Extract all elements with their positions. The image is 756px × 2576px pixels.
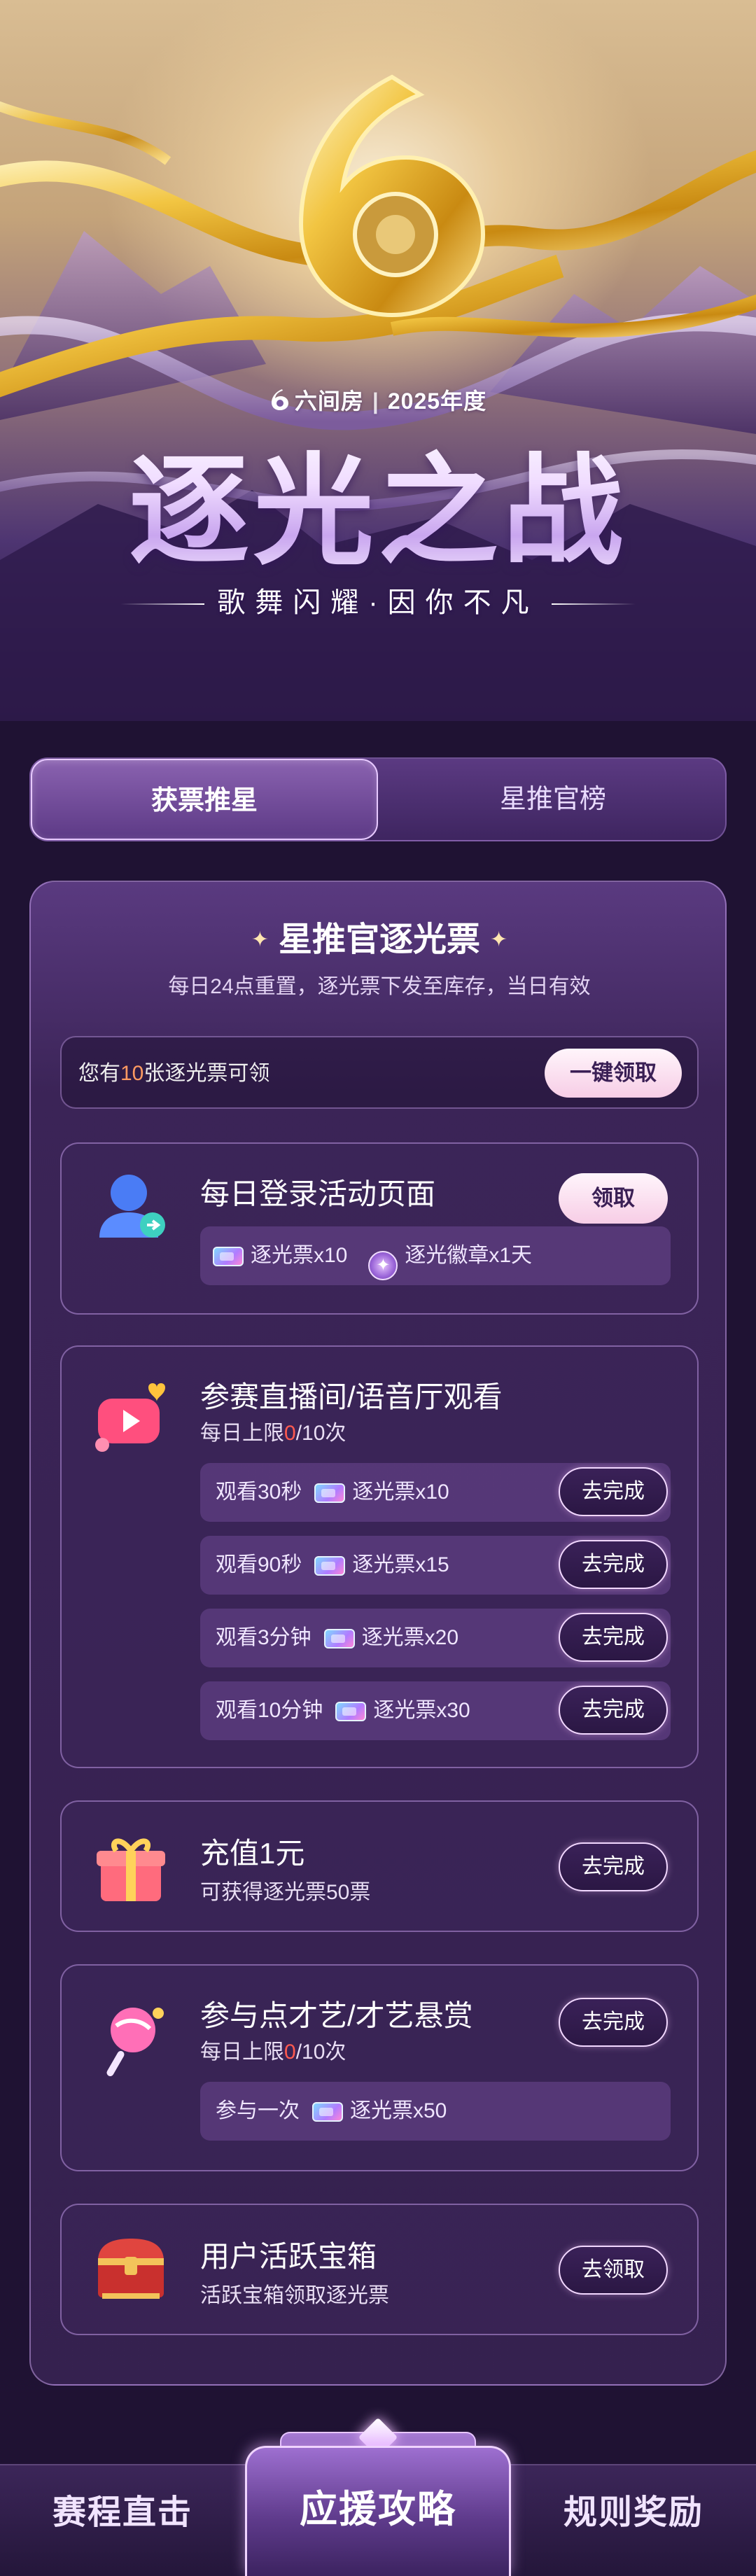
go-complete-button[interactable]: 去完成 — [559, 1998, 668, 2047]
go-claim-button[interactable]: 去领取 — [559, 2246, 668, 2295]
vote-count: 10 — [120, 1062, 144, 1085]
tab-get-votes[interactable]: 获票推星 — [31, 759, 378, 840]
divider-line — [551, 603, 636, 606]
talent-action: 参与一次 — [216, 2099, 300, 2122]
brand-name: 六间房 — [294, 388, 364, 414]
badge-icon: ✦ — [368, 1251, 398, 1280]
watch-duration: 观看10分钟 — [216, 1699, 323, 1722]
panel-title: 星推官逐光票 — [278, 921, 480, 958]
task-title: 每日登录活动页面 — [200, 1177, 436, 1210]
task-limit: 每日上限0/10次 — [200, 1415, 346, 1446]
nav-rules-rewards[interactable]: 规则奖励 — [511, 2464, 756, 2576]
ticket-icon — [323, 1629, 355, 1648]
watch-reward: 逐光票x15 — [352, 1553, 449, 1576]
watch-row-text: 观看10分钟 逐光票x30 — [216, 1681, 470, 1740]
limit-prefix: 每日上限 — [200, 1422, 284, 1445]
ticket-icon — [213, 1247, 244, 1266]
watch-duration: 观看3分钟 — [216, 1626, 312, 1649]
vote-task-panel: ✦ 星推官逐光票 ✦ 每日24点重置，逐光票下发至库存，当日有效 您有10张逐光票可… — [29, 881, 727, 2386]
task-subtitle: 活跃宝箱领取逐光票 — [200, 2284, 389, 2307]
task-card-recharge: 充值1元 可获得逐光票50票 去完成 — [60, 1800, 699, 1932]
panel-title-row: ✦ 星推官逐光票 ✦ — [31, 911, 728, 960]
watch-reward: 逐光票x10 — [352, 1480, 449, 1504]
go-complete-button[interactable]: 去完成 — [559, 1613, 668, 1662]
nav-support-guide[interactable]: 应援攻略 — [245, 2446, 511, 2576]
divider-line — [120, 603, 205, 606]
reward-ticket: 逐光票x10 — [251, 1244, 348, 1267]
talent-row: 参与一次 逐光票x50 — [200, 2082, 671, 2141]
ticket-icon — [335, 1702, 367, 1721]
go-complete-button[interactable]: 去完成 — [559, 1540, 668, 1589]
go-complete-button[interactable]: 去完成 — [559, 1686, 668, 1735]
vote-count-text: 您有10张逐光票可领 — [78, 1037, 270, 1110]
sparkle-icon: ✦ — [251, 928, 269, 951]
task-card-watch: 参赛直播间/语音厅观看 每日上限0/10次 观看30秒 逐光票x10 去完成 观看… — [60, 1345, 699, 1768]
task-title: 参与点才艺/才艺悬赏 — [200, 1999, 473, 2032]
user-icon — [99, 1175, 165, 1238]
tab-star-ranking[interactable]: 星推官榜 — [381, 759, 725, 840]
watch-row-text: 观看30秒 逐光票x10 — [216, 1463, 449, 1522]
tab-bar: 获票推星 星推官榜 — [29, 757, 727, 841]
reward-list: 逐光票x10 ✦ 逐光徽章x1天 — [200, 1226, 532, 1285]
claim-all-button[interactable]: 一键领取 — [545, 1049, 682, 1098]
logo-6-icon — [271, 389, 288, 410]
panel-description: 每日24点重置，逐光票下发至库存，当日有效 — [168, 975, 591, 998]
treasure-chest-icon — [98, 2239, 164, 2299]
video-play-icon — [95, 1383, 165, 1452]
talent-row-text: 参与一次 逐光票x50 — [216, 2082, 447, 2141]
claim-button[interactable]: 领取 — [559, 1173, 668, 1224]
nav-schedule[interactable]: 赛程直击 — [0, 2464, 245, 2576]
task-title: 用户活跃宝箱 — [200, 2240, 377, 2273]
go-complete-button[interactable]: 去完成 — [559, 1467, 668, 1516]
vote-claim-bar: 您有10张逐光票可领 一键领取 — [60, 1036, 699, 1109]
bottom-navigation: 赛程直击 应援攻略 规则奖励 — [0, 2446, 756, 2576]
watch-duration: 观看30秒 — [216, 1480, 302, 1504]
reward-badge: 逐光徽章x1天 — [405, 1244, 533, 1267]
lollipop-icon — [106, 2008, 164, 2076]
task-title: 充值1元 — [200, 1837, 305, 1870]
limit-suffix: /10次 — [295, 2040, 346, 2064]
ticket-icon — [314, 1483, 346, 1503]
vote-suffix: 张逐光票可领 — [144, 1062, 270, 1085]
reward-row: 逐光票x10 ✦ 逐光徽章x1天 — [200, 1226, 671, 1285]
hero-title: 逐光之战 — [0, 413, 756, 588]
limit-done: 0 — [284, 2040, 296, 2064]
hero-banner: 六间房 | 2025年度 逐光之战 歌舞闪耀·因你不凡 — [0, 0, 756, 721]
vote-prefix: 您有 — [78, 1062, 120, 1085]
watch-reward: 逐光票x30 — [373, 1699, 470, 1722]
talent-reward: 逐光票x50 — [350, 2099, 447, 2122]
watch-reward: 逐光票x20 — [361, 1626, 459, 1649]
task-card-chest: 用户活跃宝箱 活跃宝箱领取逐光票 去领取 — [60, 2204, 699, 2335]
watch-duration: 观看90秒 — [216, 1553, 302, 1576]
hero-subtitle: 歌舞闪耀·因你不凡 — [217, 587, 539, 618]
sparkle-icon: ✦ — [490, 928, 508, 951]
go-complete-button[interactable]: 去完成 — [559, 1842, 668, 1891]
gift-box-icon — [97, 1838, 165, 1901]
task-card-login: 每日登录活动页面 领取 逐光票x10 ✦ 逐光徽章x1天 — [60, 1142, 699, 1315]
hero-brand-tag: 六间房 | 2025年度 — [0, 384, 756, 416]
ticket-icon — [312, 2102, 343, 2122]
limit-prefix: 每日上限 — [200, 2040, 284, 2064]
limit-done: 0 — [284, 1422, 296, 1445]
ticket-icon — [314, 1556, 346, 1576]
task-subtitle: 可获得逐光票50票 — [200, 1881, 371, 1904]
task-limit: 每日上限0/10次 — [200, 2034, 346, 2065]
hero-subtitle-row: 歌舞闪耀·因你不凡 — [0, 580, 756, 620]
task-title: 参赛直播间/语音厅观看 — [200, 1380, 503, 1413]
task-card-talent: 参与点才艺/才艺悬赏 每日上限0/10次 去完成 参与一次 逐光票x50 — [60, 1964, 699, 2171]
limit-suffix: /10次 — [295, 1422, 346, 1445]
watch-row-text: 观看3分钟 逐光票x20 — [216, 1609, 458, 1667]
watch-row-text: 观看90秒 逐光票x15 — [216, 1536, 449, 1595]
brand-year: 2025年度 — [387, 388, 487, 414]
